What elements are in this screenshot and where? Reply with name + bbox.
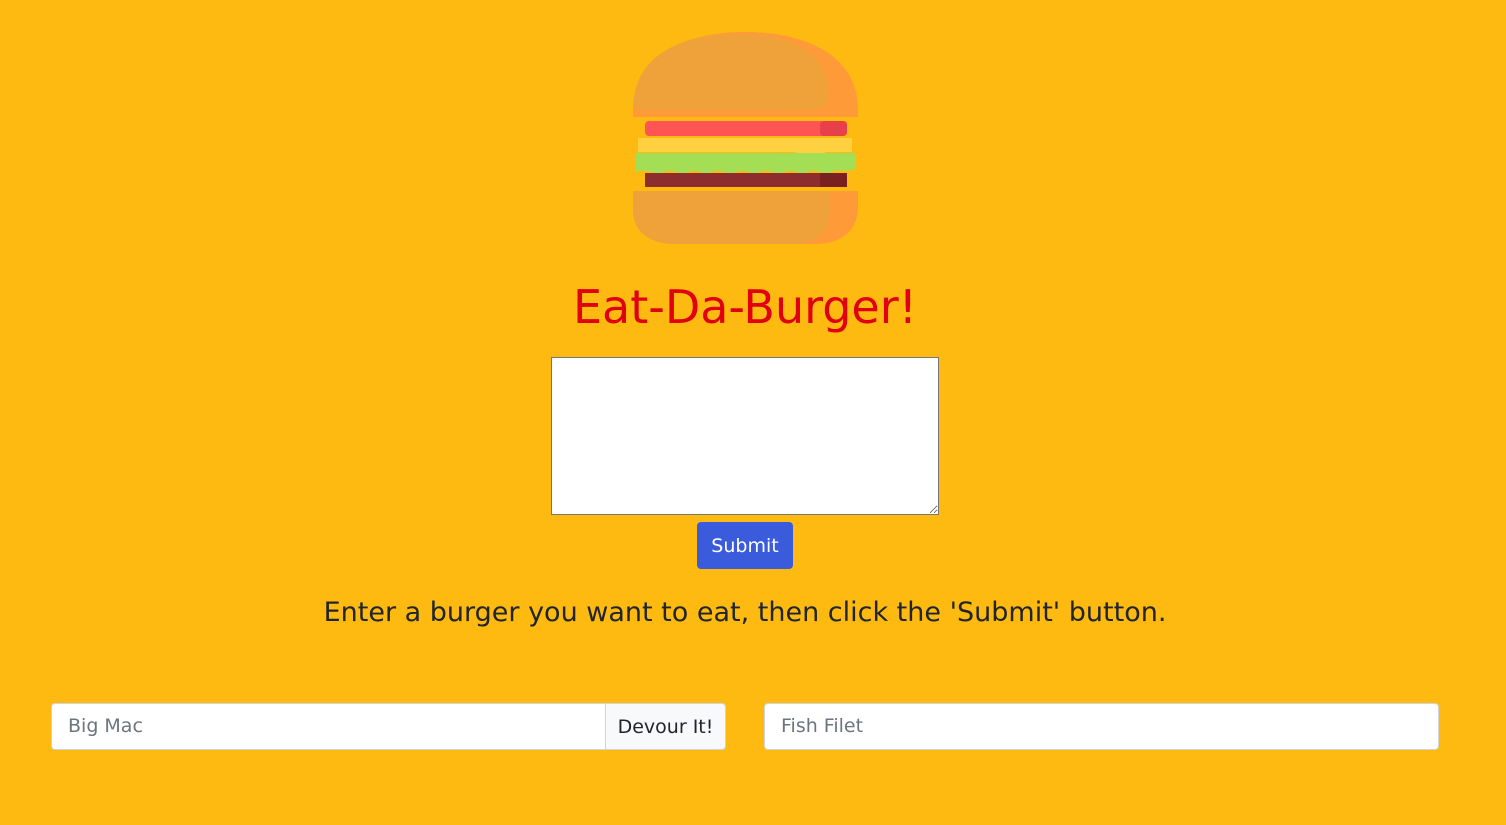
burger-to-eat-field: Big Mac <box>51 703 607 750</box>
page: Eat-Da-Burger! Submit Enter a burger you… <box>0 0 1506 825</box>
devoured-burger-field: Fish Filet <box>764 703 1439 750</box>
devour-button[interactable]: Devour It! <box>605 703 726 750</box>
submit-button[interactable]: Submit <box>697 522 793 569</box>
page-title: Eat-Da-Burger! <box>572 280 918 334</box>
instructions-text: Enter a burger you want to eat, then cli… <box>323 597 1167 628</box>
burger-name-textarea[interactable] <box>551 357 939 515</box>
burger-icon <box>633 32 858 244</box>
